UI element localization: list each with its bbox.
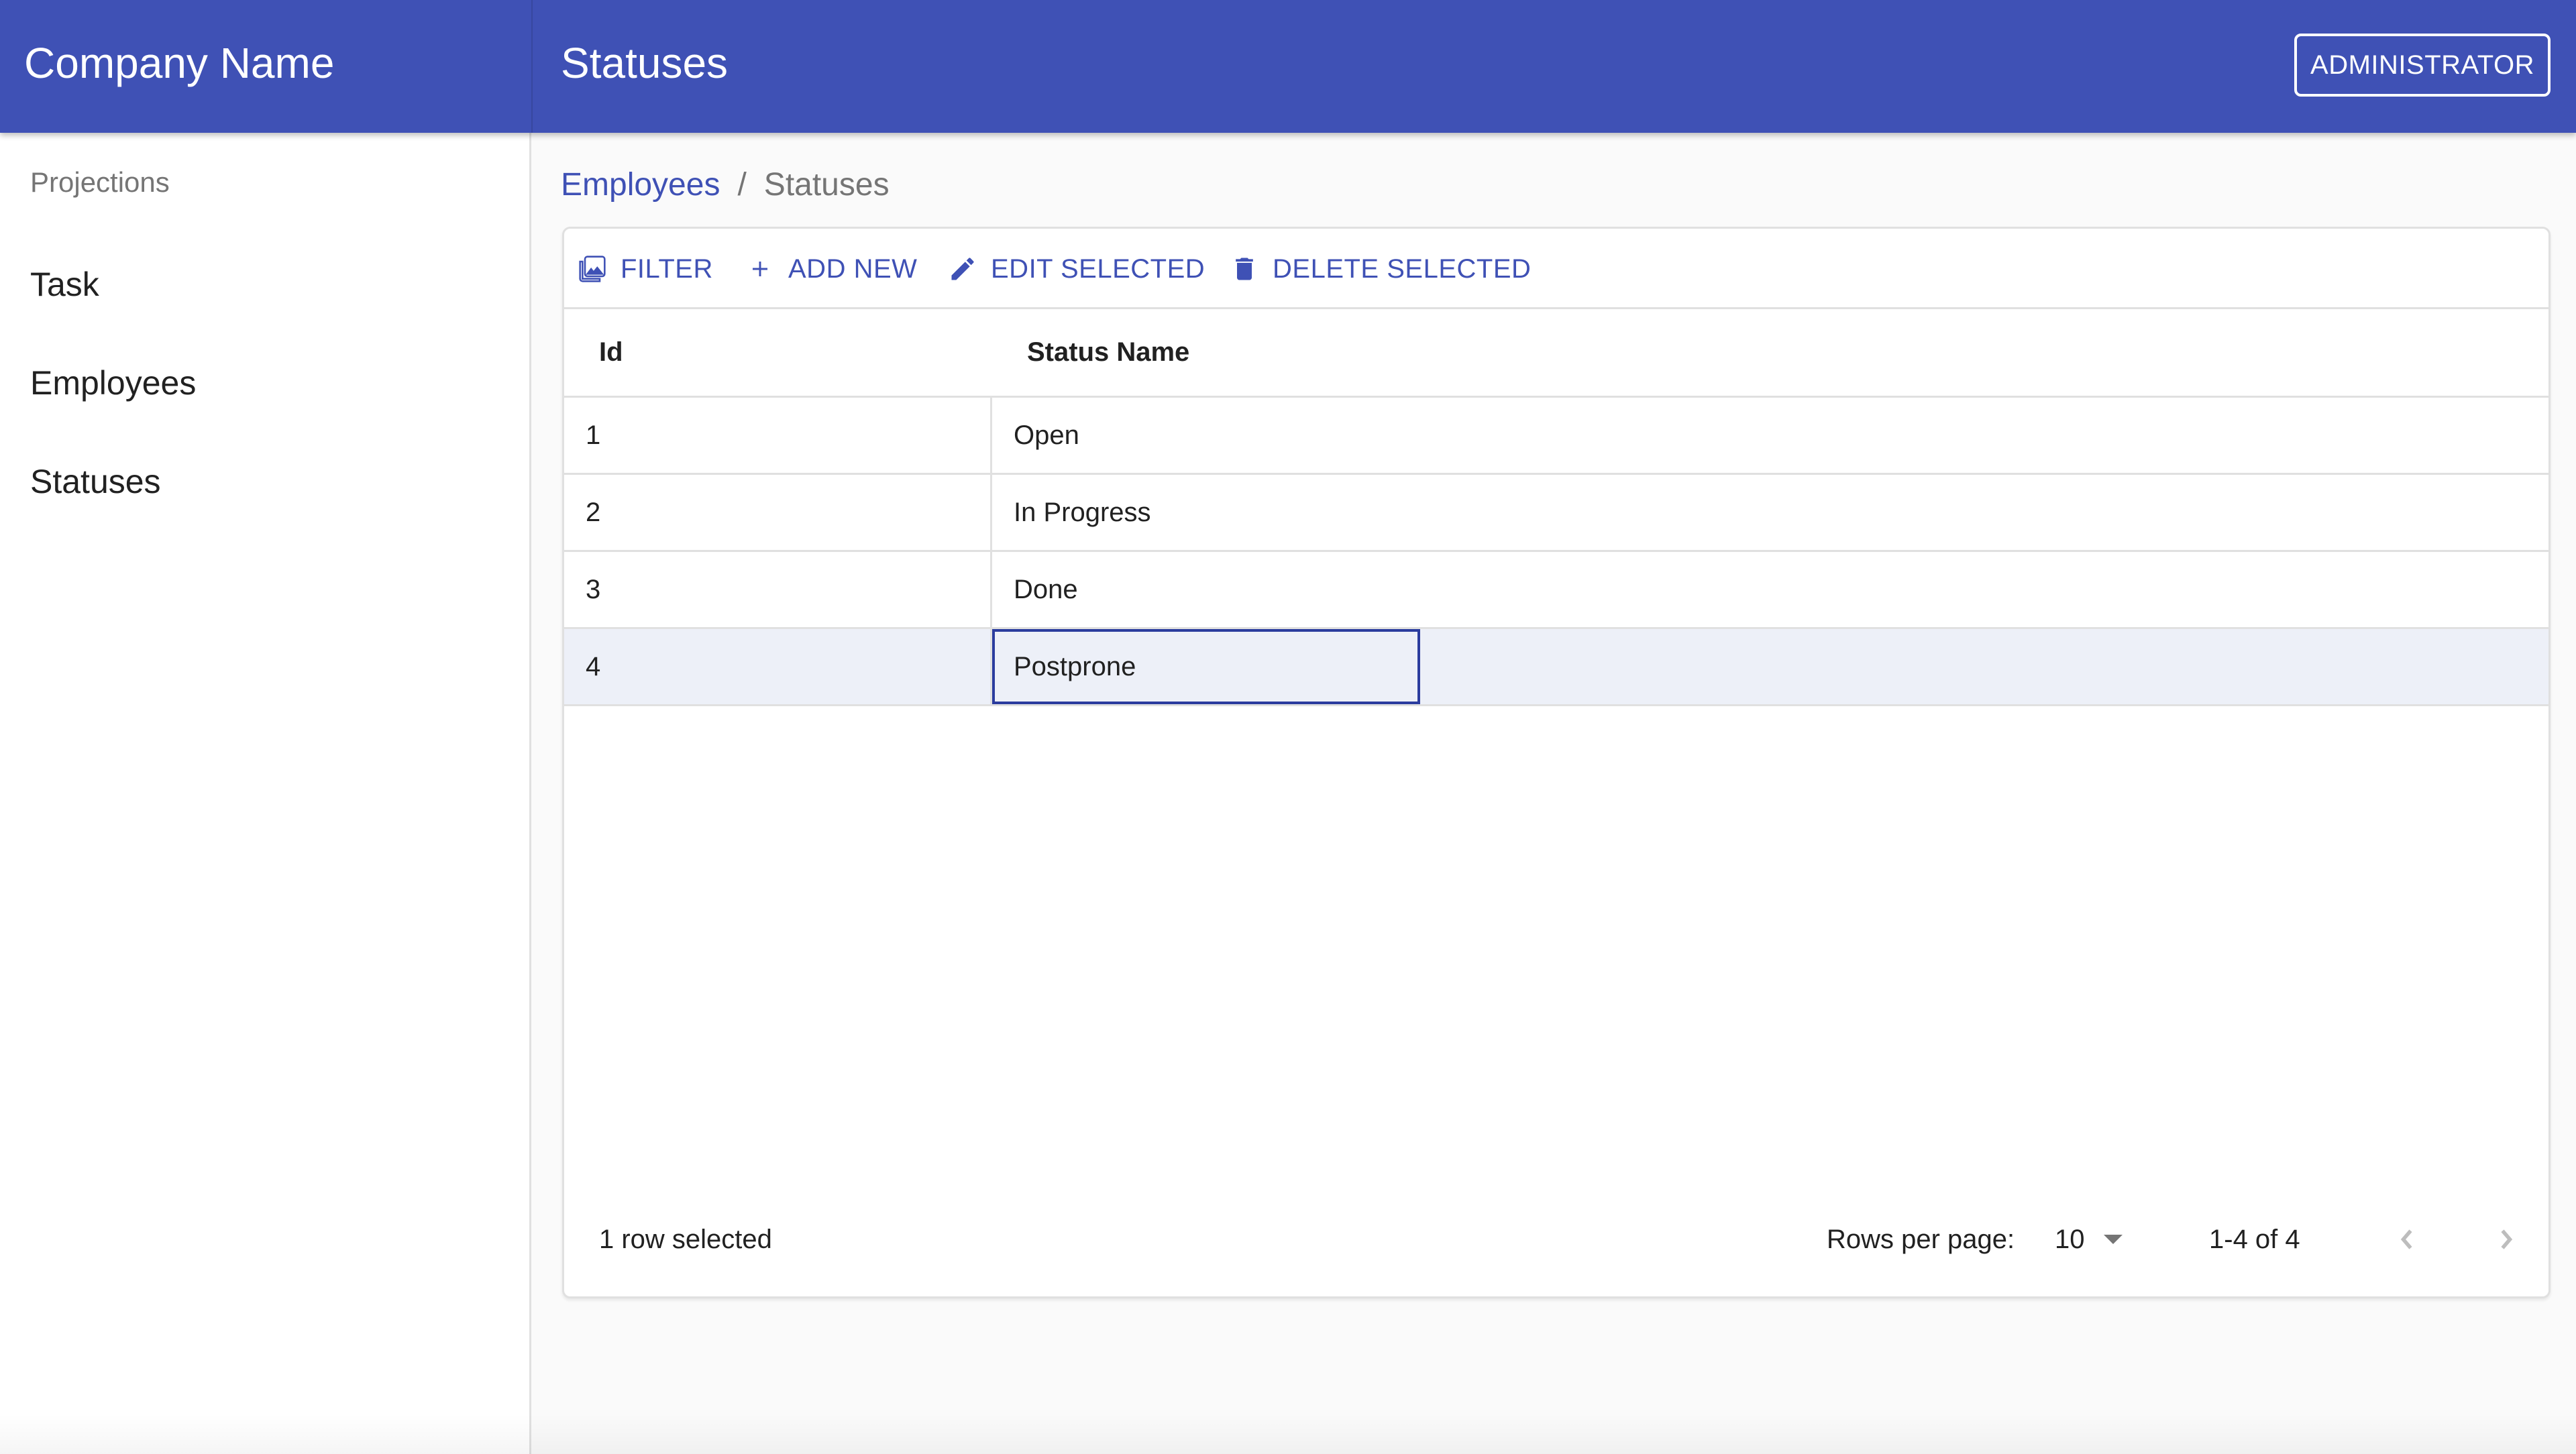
filter-button[interactable]: FILTER (578, 249, 713, 289)
table-row[interactable]: 3 Done (564, 552, 2548, 629)
breadcrumb-current: Statuses (763, 167, 890, 203)
rows-per-page-value: 10 (2055, 1225, 2085, 1254)
app-bar: Company Name Statuses ADMINISTRATOR (0, 0, 2576, 133)
grid-header-row: Id Status Name (564, 309, 2548, 398)
sidebar-section-label: Projections (30, 166, 170, 198)
administrator-button[interactable]: ADMINISTRATOR (2294, 34, 2551, 97)
data-grid: FILTER ADD NEW EDIT SELECTED DELETE SELE… (562, 227, 2551, 1298)
cell-id[interactable]: 1 (564, 398, 992, 473)
company-name: Company Name (24, 39, 335, 87)
breadcrumb-employees-link[interactable]: Employees (561, 167, 720, 203)
sidebar: Projections Task Employees Statuses (0, 133, 531, 1454)
column-header-status-name[interactable]: Status Name (1027, 309, 1189, 396)
page-title: Statuses (561, 39, 729, 87)
grid-toolbar: FILTER ADD NEW EDIT SELECTED DELETE SELE… (564, 229, 2548, 309)
rows-per-page-select[interactable]: 10 (2055, 1219, 2123, 1260)
sidebar-item-task[interactable]: Task (0, 237, 529, 331)
cell-status-name-focused[interactable]: Postprone (992, 629, 1420, 704)
table-row-selected[interactable]: 4 Postprone (564, 629, 2548, 706)
delete-selected-label: DELETE SELECTED (1273, 254, 1532, 284)
appbar-divider (531, 0, 533, 133)
caret-down-icon (2103, 1235, 2123, 1244)
breadcrumb-separator: / (737, 167, 747, 203)
cell-id[interactable]: 4 (564, 629, 992, 704)
next-page-button[interactable] (2483, 1216, 2530, 1263)
sidebar-item-employees[interactable]: Employees (0, 336, 529, 430)
cell-status-name[interactable]: Done (992, 552, 1420, 627)
column-header-id[interactable]: Id (599, 309, 623, 396)
sidebar-item-statuses[interactable]: Statuses (0, 435, 529, 528)
add-new-label: ADD NEW (788, 254, 918, 284)
cell-id[interactable]: 3 (564, 552, 992, 627)
pencil-icon (951, 258, 974, 280)
trash-icon (1236, 258, 1253, 280)
plus-icon (753, 262, 767, 276)
breadcrumb: Employees / Statuses (561, 165, 890, 205)
chevron-right-icon (2501, 1229, 2513, 1249)
table-row[interactable]: 1 Open (564, 398, 2548, 475)
grid-footer: 1 row selected Rows per page: 10 1-4 of … (564, 1182, 2548, 1296)
selected-row-count: 1 row selected (599, 1225, 772, 1254)
edit-selected-button[interactable]: EDIT SELECTED (948, 249, 1205, 289)
filter-label: FILTER (621, 254, 713, 284)
add-new-button[interactable]: ADD NEW (745, 249, 917, 289)
cell-id[interactable]: 2 (564, 475, 992, 550)
chevron-left-icon (2400, 1229, 2412, 1249)
table-row[interactable]: 2 In Progress (564, 475, 2548, 552)
delete-selected-button[interactable]: DELETE SELECTED (1230, 249, 1531, 289)
cell-status-name[interactable]: In Progress (992, 475, 1420, 550)
edit-selected-label: EDIT SELECTED (991, 254, 1205, 284)
rows-per-page-label: Rows per page: (1827, 1225, 2015, 1254)
cell-status-name[interactable]: Open (992, 398, 1420, 473)
filter-icon (579, 256, 606, 282)
previous-page-button[interactable] (2383, 1216, 2430, 1263)
pagination-range: 1-4 of 4 (2209, 1225, 2300, 1254)
